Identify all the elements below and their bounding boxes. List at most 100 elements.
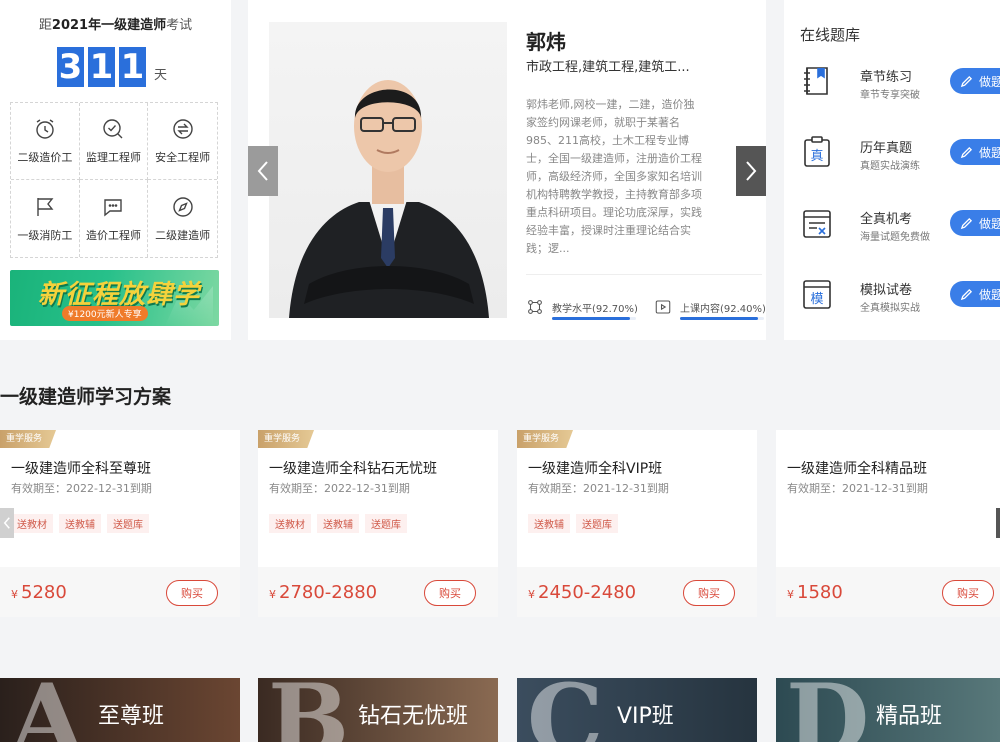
chevron-left-icon xyxy=(3,517,10,529)
courses-next-button[interactable] xyxy=(996,508,1000,538)
button-label: 做题 xyxy=(979,145,1000,160)
divider xyxy=(526,274,762,275)
subject-item-cost-engineer-2[interactable]: 二级造价工 xyxy=(11,103,80,180)
course-name[interactable]: 一级建造师全科VIP班 xyxy=(528,458,662,478)
tier-label: 精品班 xyxy=(876,704,943,729)
course-card[interactable]: 重学服务 一级建造师全科VIP班 有效期至：2021-12-31到期 送教辅 送… xyxy=(517,430,757,617)
perk-badge: 送教辅 xyxy=(528,514,570,533)
teacher-name: 郭炜 xyxy=(526,30,566,54)
magnifier-check-icon xyxy=(103,119,123,139)
subject-item-constructor-2[interactable]: 二级建造师 xyxy=(148,180,217,257)
window-icon: 模 xyxy=(803,280,831,309)
bank-item-desc: 全真模拟实战 xyxy=(860,303,920,314)
network-icon xyxy=(528,300,542,314)
subject-item-safety-engineer[interactable]: 安全工程师 xyxy=(148,103,217,180)
bank-item-simulated-paper: 模 模拟试卷 全真模拟实战 做题 xyxy=(800,277,1000,317)
teacher-bio: 郭炜老师,网校一建，二建，造价独家签约网课老师，就职于某著名985、211高校，… xyxy=(526,98,702,254)
tier-banner-a[interactable]: A 至尊班 xyxy=(0,678,240,742)
bank-item-name: 模拟试卷 xyxy=(860,283,913,298)
course-perks: 送教材 送教辅 送题库 xyxy=(269,514,413,533)
pencil-icon xyxy=(960,288,973,300)
button-label: 做题 xyxy=(979,216,1000,231)
price-value: 5280 xyxy=(21,582,67,603)
promo-subtitle: ¥1200元新人专享 xyxy=(62,306,148,321)
course-price: ¥2450-2480 xyxy=(528,582,636,603)
course-name[interactable]: 一级建造师全科精品班 xyxy=(787,458,927,478)
course-perks: 送教材 送教辅 送题库 xyxy=(11,514,155,533)
buy-button[interactable]: 购买 xyxy=(942,580,994,606)
promo-banner[interactable]: 新征程放肆学 ¥1200元新人专享 xyxy=(10,270,219,326)
subject-label: 造价工程师 xyxy=(85,228,141,242)
clipboard-icon: 真 xyxy=(804,136,830,167)
course-price: ¥1580 xyxy=(787,582,843,603)
metric-fill xyxy=(680,317,758,320)
price-value: 2780-2880 xyxy=(279,582,378,603)
countdown-digits: 3 1 1 天 xyxy=(57,47,167,87)
tier-label: 至尊班 xyxy=(98,704,165,729)
play-icon xyxy=(655,300,671,314)
bank-item-desc: 海量试题免费做 xyxy=(860,232,930,243)
course-validity: 有效期至：2022-12-31到期 xyxy=(11,482,152,495)
bank-item-mock-machine-exam: 全真机考 海量试题免费做 做题 xyxy=(800,206,1000,246)
countdown-digit: 3 xyxy=(57,47,84,87)
bank-title: 在线题库 xyxy=(800,26,861,44)
course-card[interactable]: 重学服务 一级建造师全科至尊班 有效期至：2022-12-31到期 送教材 送教… xyxy=(0,430,240,617)
courses-prev-button[interactable] xyxy=(0,508,14,538)
do-questions-button[interactable]: 做题 xyxy=(950,139,1000,165)
pencil-icon xyxy=(960,146,973,158)
currency-symbol: ¥ xyxy=(528,588,535,601)
tier-letter: C xyxy=(527,678,604,742)
course-perks: 送教辅 送题库 xyxy=(528,514,624,533)
bank-item-desc: 章节专享突破 xyxy=(860,90,920,101)
bank-item-past-exams: 真 历年真题 真题实战演练 做题 xyxy=(800,135,1000,175)
tier-banner-d[interactable]: D 精品班 xyxy=(776,678,1000,742)
course-price: ¥2780-2880 xyxy=(269,582,377,603)
exam-icon xyxy=(803,210,831,238)
next-teacher-button[interactable] xyxy=(736,146,766,196)
service-tag: 重学服务 xyxy=(0,430,57,448)
buy-button[interactable]: 购买 xyxy=(424,580,476,606)
compass-icon xyxy=(172,196,193,217)
subject-label: 监理工程师 xyxy=(85,151,141,164)
perk-badge: 送题库 xyxy=(365,514,407,533)
tier-letter: B xyxy=(268,678,350,742)
pencil-icon xyxy=(960,217,973,229)
do-questions-button[interactable]: 做题 xyxy=(950,68,1000,94)
course-card[interactable]: 重学服务 一级建造师全科钻石无忧班 有效期至：2022-12-31到期 送教材 … xyxy=(258,430,498,617)
subject-item-supervision-engineer[interactable]: 监理工程师 xyxy=(79,103,149,180)
price-value: 1580 xyxy=(797,582,843,603)
tier-label: 钻石无忧班 xyxy=(358,704,469,729)
teacher-subjects: 市政工程,建筑工程,建筑工... xyxy=(526,60,690,75)
window-glyph: 模 xyxy=(810,292,823,307)
subject-item-fire-engineer[interactable]: 一级消防工 xyxy=(11,180,80,257)
metric-bar-content xyxy=(680,317,764,320)
do-questions-button[interactable]: 做题 xyxy=(950,210,1000,236)
subject-label: 二级造价工 xyxy=(17,151,73,164)
course-validity: 有效期至：2021-12-31到期 xyxy=(787,482,928,495)
course-name[interactable]: 一级建造师全科至尊班 xyxy=(11,458,151,478)
perk-badge: 送题库 xyxy=(107,514,149,533)
perk-badge: 送题库 xyxy=(576,514,618,533)
course-card[interactable]: 一级建造师全科精品班 有效期至：2021-12-31到期 ¥1580 购买 xyxy=(776,430,1000,617)
perk-badge: 送教辅 xyxy=(317,514,359,533)
chat-bubble-icon xyxy=(104,198,123,216)
tier-banner-c[interactable]: C VIP班 xyxy=(517,678,757,742)
course-name[interactable]: 一级建造师全科钻石无忧班 xyxy=(269,458,437,478)
do-questions-button[interactable]: 做题 xyxy=(950,281,1000,307)
metric-label: 教学水平(92.70%) xyxy=(552,303,638,315)
tier-label: VIP班 xyxy=(617,704,674,729)
buy-button[interactable]: 购买 xyxy=(166,580,218,606)
pencil-icon xyxy=(960,75,973,87)
subject-label: 一级消防工 xyxy=(17,228,73,242)
teacher-portrait-illustration xyxy=(289,80,489,318)
tier-banner-b[interactable]: B 钻石无忧班 xyxy=(258,678,498,742)
currency-symbol: ¥ xyxy=(269,588,276,601)
chevron-right-icon xyxy=(746,161,757,181)
perk-badge: 送教材 xyxy=(269,514,311,533)
countdown-panel: 距2021年一级建造师考试 3 1 1 天 二级造价工 监理工程师 安全工程师 … xyxy=(0,0,231,340)
prev-teacher-button[interactable] xyxy=(248,146,278,196)
book-icon xyxy=(804,67,828,95)
buy-button[interactable]: 购买 xyxy=(683,580,735,606)
subject-item-cost-engineer[interactable]: 造价工程师 xyxy=(80,180,149,257)
bank-item-chapter-practice: 章节练习 章节专享突破 做题 xyxy=(800,64,1000,104)
